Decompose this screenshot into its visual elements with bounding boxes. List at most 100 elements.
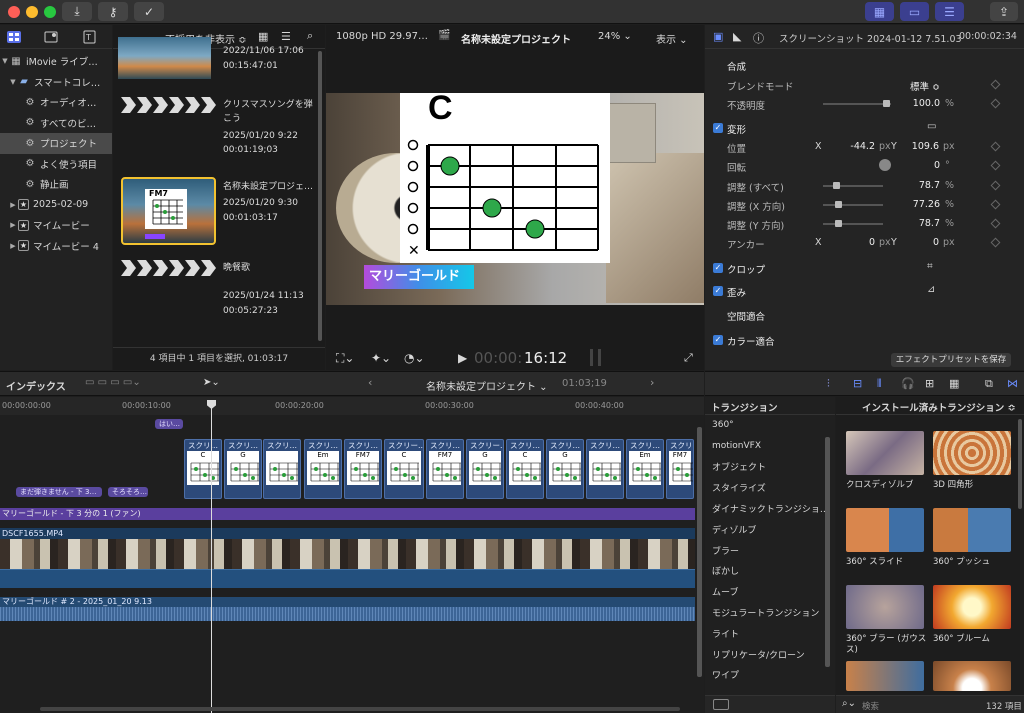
inspector-row[interactable]: 調整 (X 方向) 77.26%	[705, 195, 1024, 215]
video-inspector-icon[interactable]: ▣	[713, 30, 723, 43]
transform-onscreen-icon[interactable]: ▭	[927, 121, 936, 132]
title-track[interactable]: マリーゴールド - 下 3 分の 1 (ファン)	[0, 508, 695, 520]
search-icon[interactable]: ⌕	[307, 29, 313, 43]
select-tool-icon[interactable]: ➤⌄	[203, 377, 220, 388]
inspector-row[interactable]: 不透明度 100.0%	[705, 94, 1024, 114]
browser-clip-selected[interactable]: FM7 名称未設定プロジェ… 2025/01/20 9:30 00:01:03:…	[113, 177, 325, 247]
installed-transitions-dropdown[interactable]: インストール済みトランジション ≎	[836, 397, 1024, 415]
slider-knob[interactable]	[835, 201, 842, 208]
transition-tile[interactable]	[933, 661, 1011, 691]
param-value-field[interactable]: 78.7	[895, 180, 940, 191]
show-browser-toggle[interactable]: ▦	[865, 2, 894, 21]
inspector-row[interactable]: ✓ 変形 ▭	[705, 118, 1024, 138]
inspector-row[interactable]: 調整 (Y 方向) 78.7%	[705, 214, 1024, 234]
index-button[interactable]: インデックス	[6, 378, 66, 393]
transition-category[interactable]: ムーブ	[705, 581, 835, 602]
timeline-clip[interactable]: スクリ…	[586, 439, 624, 499]
transition-tile[interactable]	[846, 661, 924, 691]
timeline-clip[interactable]: スクリー…G	[466, 439, 504, 499]
param-slider[interactable]	[823, 223, 883, 225]
layers-icon[interactable]: ⧉	[985, 377, 993, 391]
transition-category[interactable]: オブジェクト	[705, 457, 835, 478]
disclosure-icon[interactable]: ▶	[8, 221, 18, 229]
library-item-my-movie[interactable]: ▶ ★ マイムービー	[0, 215, 112, 236]
photos-icon[interactable]	[44, 30, 60, 44]
library-item-projects[interactable]: ⚙ プロジェクト	[0, 133, 112, 154]
transition-category[interactable]: 360°	[705, 415, 835, 436]
snapping-icon[interactable]: ⊟	[853, 377, 862, 390]
inspector-row[interactable]: 空間適合	[705, 305, 1024, 325]
inspector-row[interactable]: 位置 X -44.2 px Y 109.6 px	[705, 137, 1024, 157]
rotation-dial[interactable]	[879, 159, 891, 171]
keyframe-diamond-icon[interactable]	[990, 79, 1001, 90]
section-checkbox[interactable]: ✓	[713, 263, 723, 273]
keyframe-diamond-icon[interactable]	[990, 218, 1001, 229]
browser-clip[interactable]: 晩餐歌 2025/01/24 11:13 00:05:27:23	[113, 260, 325, 330]
inspector-row[interactable]: 調整 (すべて) 78.7%	[705, 176, 1024, 196]
effects-browser-icon[interactable]: ▦	[949, 377, 959, 390]
disclosure-icon[interactable]: ▶	[8, 242, 18, 250]
transition-category[interactable]: motionVFX	[705, 436, 835, 457]
param-value-field[interactable]: 標準 ≎	[895, 79, 940, 93]
view-dropdown[interactable]: 表示 ⌄	[656, 31, 688, 46]
keyframe-diamond-icon[interactable]	[990, 160, 1001, 171]
inspector-row[interactable]: ✓ クロップ ⌗	[705, 258, 1024, 278]
transition-category[interactable]: ディゾルブ	[705, 519, 835, 540]
clip-appearance-icon[interactable]: ⊞	[925, 377, 934, 390]
connected-clip[interactable]: はい…	[155, 419, 183, 429]
info-icon[interactable]: ⓘ	[753, 30, 764, 46]
timeline-ruler[interactable]: 00:00:00:00 00:00:10:00 00:00:20:00 00:0…	[0, 397, 704, 415]
list-view-icon[interactable]: ☰	[281, 30, 291, 43]
transition-category[interactable]: ぼかし	[705, 561, 835, 582]
library-item-my-movie-4[interactable]: ▶ ★ マイムービー 4	[0, 236, 112, 257]
transition-category[interactable]: リプリケータ/クローン	[705, 644, 835, 665]
inspector-row[interactable]: ✓ カラー適合	[705, 330, 1024, 350]
param-slider[interactable]	[823, 103, 891, 105]
disclosure-icon[interactable]: ▶	[8, 201, 18, 209]
inspector-row[interactable]: 合成	[705, 55, 1024, 75]
back-arrow-icon[interactable]: ‹	[368, 376, 372, 389]
append-icons[interactable]: ▭ ▭ ▭ ▭⌄	[85, 377, 141, 388]
library-item-favorites[interactable]: ⚙ よく使う項目	[0, 154, 112, 175]
library-item-stills[interactable]: ⚙ 静止画	[0, 174, 112, 195]
inspector-row[interactable]: アンカー X 0 px Y 0 px	[705, 233, 1024, 253]
transition-category[interactable]: ブラー	[705, 540, 835, 561]
transition-tile[interactable]	[933, 585, 1011, 629]
transition-tile[interactable]	[846, 585, 924, 629]
titles-icon[interactable]: T	[82, 30, 98, 44]
param-slider[interactable]	[823, 204, 883, 206]
primary-video-track[interactable]: DSCF1655.MP4	[0, 528, 695, 588]
timeline-clip[interactable]: スクリ…FM7	[344, 439, 382, 499]
y-value-field[interactable]: 0	[901, 237, 939, 248]
category-scrollbar[interactable]	[825, 437, 830, 667]
library-item-smart-collections[interactable]: ▼ ▰ スマートコレ…	[0, 72, 112, 93]
section-checkbox[interactable]: ✓	[713, 335, 723, 345]
filmstrip-view-icon[interactable]: ▦	[258, 30, 268, 43]
show-inspector-toggle[interactable]: ☰	[935, 2, 964, 21]
enhance-wand-icon[interactable]: ✦⌄	[371, 351, 391, 365]
crop-onscreen-icon[interactable]: ⌗	[927, 261, 933, 272]
keyframe-diamond-icon[interactable]	[990, 199, 1001, 210]
browser-clip[interactable]: クリスマスソングを弾 こう 2025/01/20 9:22 00:01:19;0…	[113, 95, 325, 175]
transition-category[interactable]: ワイプ	[705, 665, 835, 686]
timeline-horizontal-scrollbar[interactable]	[40, 707, 680, 711]
param-slider[interactable]	[823, 185, 883, 187]
inspector-row[interactable]: 回転 0 °	[705, 156, 1024, 176]
transition-tile[interactable]	[846, 431, 924, 475]
transition-category[interactable]: ライト	[705, 623, 835, 644]
color-inspector-icon[interactable]: ◣	[733, 30, 741, 43]
forward-arrow-icon[interactable]: ›	[650, 376, 654, 389]
param-value-field[interactable]: 78.7	[895, 218, 940, 229]
audio-skimming-icon[interactable]: ⫴	[877, 377, 882, 391]
transition-tile[interactable]	[933, 508, 1011, 552]
timeline-clip[interactable]: スクリ…FM7	[426, 439, 464, 499]
timeline-clip[interactable]: スクリー… C	[384, 439, 424, 499]
browser-clip[interactable]: 2022/11/06 17:06 00:15:47:01	[113, 37, 325, 89]
grid-scrollbar[interactable]	[1018, 419, 1022, 509]
audio-track[interactable]: マリーゴールド # 2 - 2025_01_20 9.13	[0, 597, 695, 621]
inspector-row[interactable]: ブレンドモード 標準 ≎	[705, 75, 1024, 95]
inspector-row[interactable]: ✓ 歪み ⊿	[705, 281, 1024, 301]
browser-scrollbar[interactable]	[318, 51, 322, 341]
disclosure-icon[interactable]: ▼	[0, 57, 10, 65]
keyframe-diamond-icon[interactable]	[990, 141, 1001, 152]
